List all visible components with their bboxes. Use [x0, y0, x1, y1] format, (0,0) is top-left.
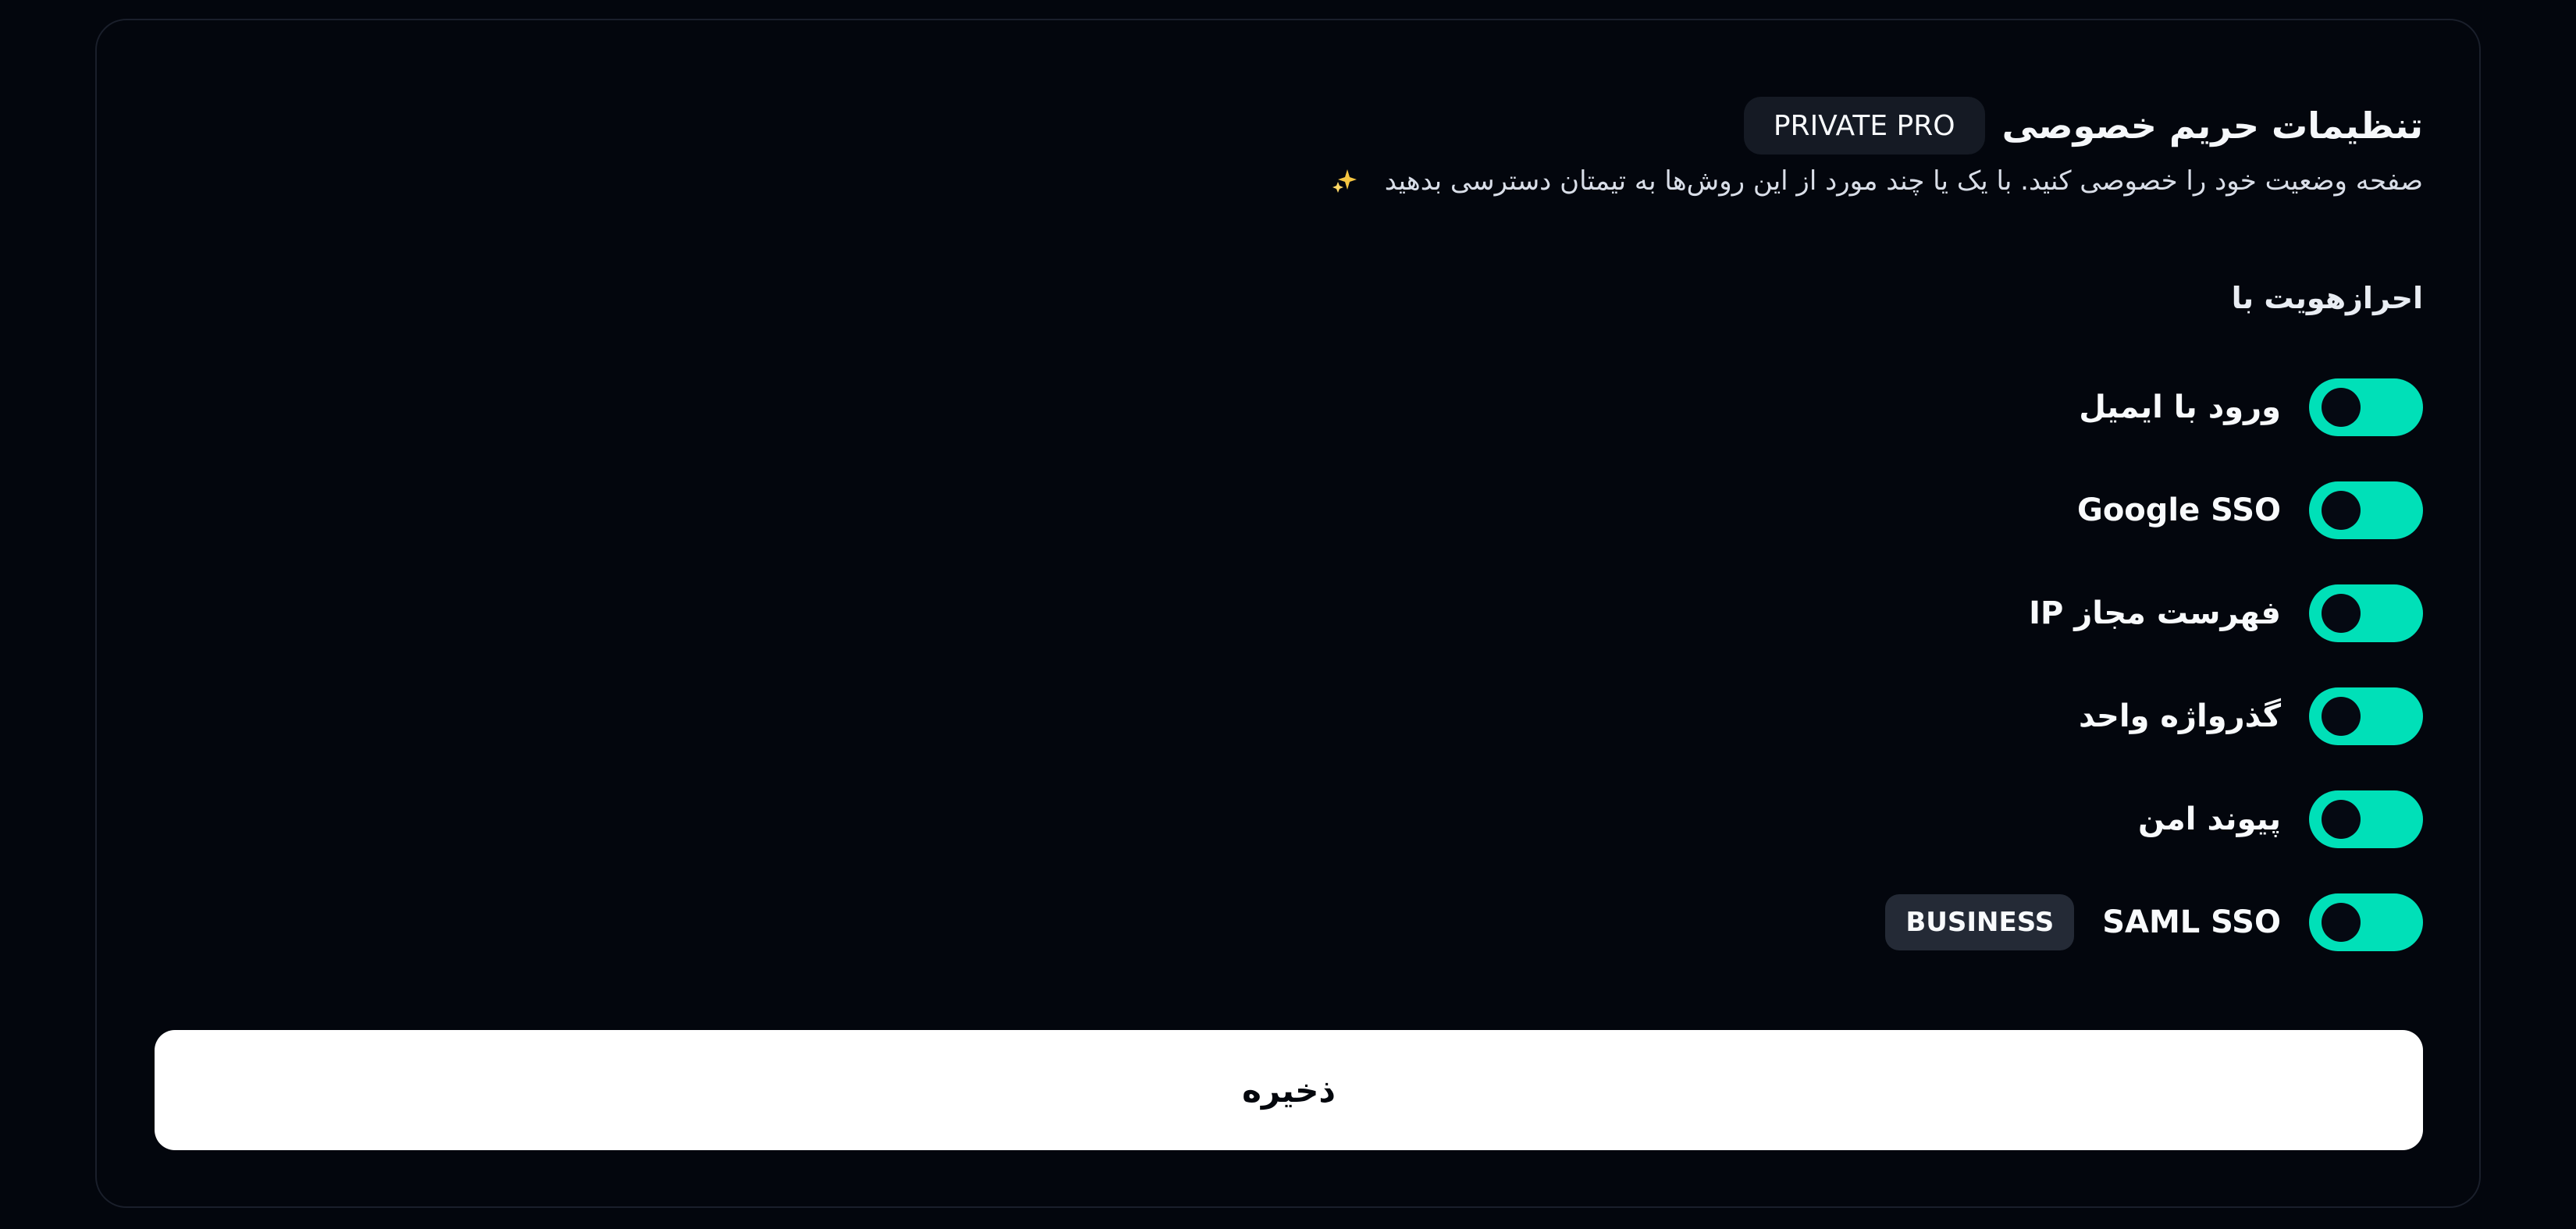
save-button[interactable]: ذخیره [155, 1030, 2423, 1150]
sparkle-icon [1332, 168, 1358, 194]
toggle-knob [2322, 491, 2361, 530]
page-header: تنظیمات حریم خصوصی PRIVATE PRO [1743, 91, 2423, 161]
auth-method-google-sso: Google SSO [1642, 459, 2423, 562]
authentication-methods-list: ورود با ایمیل Google SSO فهرست مجاز IP گ… [1642, 356, 2423, 974]
single-password-label: گذرواژه واحد [2078, 698, 2281, 734]
auth-method-single-password: گذرواژه واحد [1642, 665, 2423, 768]
ip-allowlist-label: فهرست مجاز IP [2029, 595, 2281, 631]
toggle-knob [2322, 800, 2361, 839]
auth-method-saml-sso: SAML SSO BUSINESS [1642, 871, 2423, 974]
toggle-knob [2322, 903, 2361, 942]
business-tier-badge: BUSINESS [1885, 894, 2075, 950]
saml-sso-label: SAML SSO [2102, 904, 2281, 940]
privacy-settings-card: تنظیمات حریم خصوصی PRIVATE PRO صفحه وضعی… [95, 19, 2481, 1208]
google-sso-toggle[interactable] [2309, 481, 2423, 539]
auth-method-email-login: ورود با ایمیل [1642, 356, 2423, 459]
settings-content: تنظیمات حریم خصوصی PRIVATE PRO صفحه وضعی… [150, 20, 2423, 1206]
plan-badge: PRIVATE PRO [1743, 97, 1985, 155]
saml-sso-toggle[interactable] [2309, 893, 2423, 951]
single-password-toggle[interactable] [2309, 687, 2423, 745]
secure-link-label: پیوند امن [2138, 801, 2281, 837]
toggle-knob [2322, 594, 2361, 633]
google-sso-label: Google SSO [2076, 492, 2281, 528]
page-subtitle: صفحه وضعیت خود را خصوصی کنید. با یک یا چ… [1384, 165, 2423, 197]
authentication-section-label: احرازهویت با [2231, 281, 2423, 315]
secure-link-toggle[interactable] [2309, 790, 2423, 848]
privacy-settings-page: تنظیمات حریم خصوصی PRIVATE PRO صفحه وضعی… [0, 0, 2576, 1229]
toggle-knob [2322, 388, 2361, 427]
email-login-label: ورود با ایمیل [2079, 389, 2281, 425]
toggle-knob [2322, 697, 2361, 736]
auth-method-ip-allowlist: فهرست مجاز IP [1642, 562, 2423, 665]
page-subtitle-row: صفحه وضعیت خود را خصوصی کنید. با یک یا چ… [1332, 165, 2423, 197]
email-login-toggle[interactable] [2309, 378, 2423, 436]
auth-method-secure-link: پیوند امن [1642, 768, 2423, 871]
ip-allowlist-toggle[interactable] [2309, 584, 2423, 642]
page-title: تنظیمات حریم خصوصی [2001, 105, 2423, 147]
